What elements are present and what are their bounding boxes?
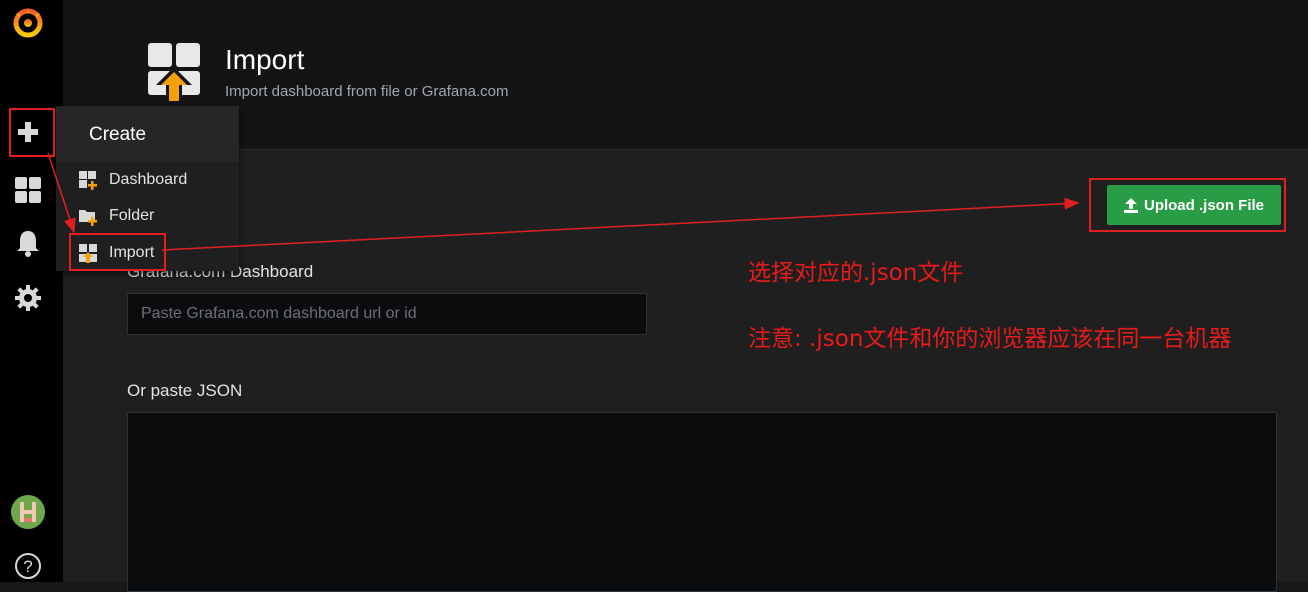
avatar[interactable]: [0, 490, 56, 534]
annotation-select-json: 选择对应的.json文件: [748, 260, 964, 286]
page-subtitle: Import dashboard from file or Grafana.co…: [225, 83, 509, 100]
upload-button-label: Upload .json File: [1143, 196, 1264, 214]
grafana-com-input[interactable]: [127, 293, 647, 335]
upload-json-button[interactable]: Upload .json File: [1107, 185, 1281, 225]
import-highlight-box: [69, 233, 166, 271]
create-menu-item-dashboard[interactable]: Dashboard: [56, 164, 239, 196]
grafana-logo-icon[interactable]: [0, 0, 56, 44]
paste-json-textarea[interactable]: [127, 412, 1277, 592]
gear-icon[interactable]: [0, 276, 56, 320]
dashboard-add-icon: [77, 169, 99, 191]
page-header: Import Import dashboard from file or Gra…: [63, 0, 1308, 150]
annotation-same-machine: 注意: .json文件和你的浏览器应该在同一台机器: [748, 326, 1232, 352]
dashboards-icon[interactable]: [0, 168, 56, 212]
upload-icon: [1123, 197, 1138, 213]
page-title: Import: [225, 44, 305, 75]
create-menu-item-label: Dashboard: [109, 171, 188, 188]
sidemenu: ?: [0, 0, 63, 582]
import-header-icon: [146, 41, 202, 105]
svg-text:?: ?: [23, 557, 32, 576]
folder-add-icon: [77, 205, 99, 227]
bell-icon[interactable]: [0, 221, 56, 265]
help-icon[interactable]: ?: [0, 544, 56, 588]
paste-json-label: Or paste JSON: [127, 381, 243, 400]
plus-highlight-box: [9, 108, 55, 157]
create-menu-header: Create: [56, 106, 239, 162]
create-menu-item-label: Folder: [109, 207, 155, 224]
create-menu-item-folder[interactable]: Folder: [56, 200, 239, 232]
create-menu-title: Create: [89, 124, 147, 145]
